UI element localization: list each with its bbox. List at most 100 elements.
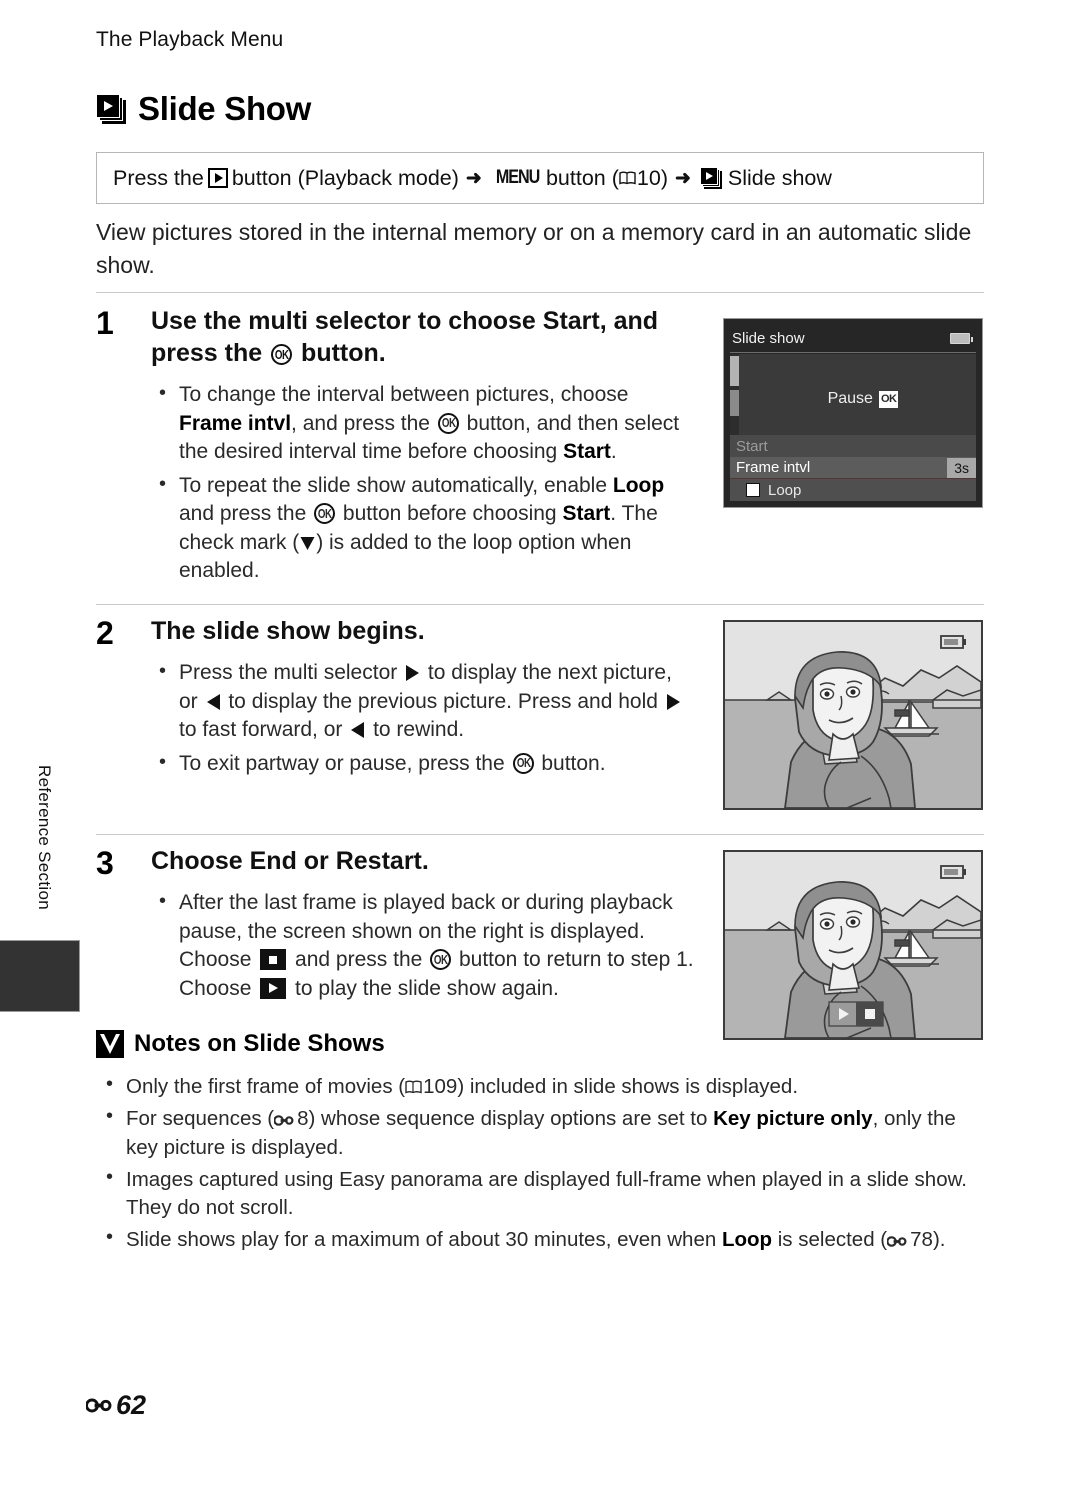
ok-button-icon (512, 752, 534, 774)
lcd-pause-hint: Pause OK (730, 390, 976, 408)
side-tab-label: Reference Section (35, 765, 54, 910)
divider-1 (96, 292, 984, 293)
s3b1-d: to play the slide show again. (289, 976, 559, 1000)
path-segment-3: button ( (545, 165, 619, 190)
s2b1-c: to display the previous picture. Press a… (222, 689, 664, 713)
menu-path-box: Press the button (Playback mode) ➜ MENU … (96, 152, 984, 204)
menu-item-frame-intvl[interactable]: Frame intvl 3s (730, 457, 976, 479)
b2-a: To repeat the slide show automatically, … (179, 473, 613, 497)
lcd-preview-area: Pause OK (730, 354, 976, 435)
lcd-menu-list: Start Frame intvl 3s Loop (730, 435, 976, 501)
n2-key-picture-only: Key picture only (713, 1107, 873, 1131)
step-2-heading: The slide show begins. (151, 617, 425, 645)
menu-item-start[interactable]: Start (730, 435, 976, 457)
step-3-bullets: After the last frame is played back or d… (151, 888, 696, 1003)
camera-screen-slide-show-menu: Slide show Pause OK Start Frame intvl 3s (723, 318, 983, 508)
b1-start: Start (563, 440, 611, 464)
slideshow-stack-icon-inline (699, 167, 722, 189)
ok-button-icon: OK (878, 390, 899, 408)
multi-selector-left-icon (351, 722, 365, 739)
check-mark-icon (299, 532, 316, 550)
path-segment-1: Press the (113, 165, 204, 190)
n1-a: Only the first frame of movies ( (126, 1075, 406, 1098)
path-segment-2: button (Playback mode) (231, 165, 459, 190)
menu-item-loop[interactable]: Loop (730, 479, 976, 501)
step-2-bullets: Press the multi selector to display the … (151, 658, 696, 779)
lcd-title: Slide show (732, 330, 805, 347)
n4-ref: 78 (910, 1228, 933, 1252)
menu-item-frame-intvl-value: 3s (947, 457, 976, 478)
s2b1-d: to fast forward, or (179, 718, 349, 742)
page-number-value: 62 (116, 1390, 147, 1420)
playback-button-icon (207, 168, 228, 188)
step-3-heading: Choose End or Restart. (151, 847, 429, 875)
step-1: 1 Use the multi selector to choose Start… (96, 305, 696, 591)
notes-list: Only the first frame of movies ( 109) inc… (96, 1071, 986, 1259)
n1-ref: 109 (423, 1075, 458, 1098)
battery-full-icon (950, 333, 973, 344)
step-1-heading-start: Start (542, 307, 600, 335)
scrollbar-thumb-upper[interactable] (730, 356, 739, 386)
b2-start: Start (562, 502, 611, 526)
b1-f: . (610, 440, 617, 464)
n2-b: ) whose sequence display options are set… (308, 1107, 714, 1131)
list-item: Slide shows play for a maximum of about … (96, 1224, 986, 1254)
b2-c: and press the (179, 502, 313, 526)
multi-selector-right-icon (666, 693, 680, 710)
s2b2-b: button. (535, 751, 606, 775)
ok-button-icon (430, 949, 452, 971)
caution-icon (96, 1030, 124, 1058)
menu-item-start-label: Start (736, 437, 768, 455)
slide-show-end-screen-with-playback-controls (723, 850, 983, 1040)
step-3: 3 Choose End or Restart. After the last … (96, 845, 696, 1008)
b2-d: button before choosing (337, 502, 563, 526)
menu-button-label: MENU (495, 167, 541, 188)
s2b1-e: to rewind. (367, 718, 465, 742)
multi-selector-right-icon (406, 665, 420, 681)
manual-book-icon (619, 171, 636, 185)
b1-a: To change the interval between pictures,… (179, 383, 629, 406)
divider-2 (96, 604, 984, 605)
step-1-heading-part-d: button. (294, 339, 386, 367)
list-item: To exit partway or pause, press the butt… (151, 749, 696, 779)
reference-section-icon (274, 1114, 297, 1127)
page-title: Slide Show (96, 90, 311, 128)
path-page-ref: 10 (636, 165, 661, 190)
n2-ref: 8 (297, 1107, 309, 1131)
menu-item-frame-intvl-label: Frame intvl (736, 459, 811, 476)
step-2-number: 2 (96, 615, 114, 651)
ok-button-icon (271, 344, 293, 365)
step-3-number: 3 (96, 845, 114, 881)
reference-section-icon (887, 1235, 910, 1248)
n4-loop: Loop (721, 1228, 773, 1252)
ok-button-icon (437, 412, 459, 434)
step-1-heading-part-a: Use the multi selector to choose (151, 307, 543, 335)
lcd-pause-label: Pause (827, 390, 873, 407)
divider-3 (96, 834, 984, 835)
menu-item-loop-label: Loop (768, 481, 802, 499)
notes-heading: Notes on Slide Shows (96, 1030, 385, 1058)
page-title-text: Slide Show (138, 90, 312, 127)
b1-frame-intvl: Frame intvl (179, 411, 292, 435)
reference-section-icon (86, 1397, 116, 1414)
lcd-titlebar: Slide show (730, 325, 976, 353)
loop-checkbox[interactable] (746, 483, 760, 497)
slideshow-stack-icon (96, 94, 126, 124)
running-header: The Playback Menu (96, 28, 284, 51)
list-item: To change the interval between pictures,… (151, 380, 696, 467)
step-1-bullets: To change the interval between pictures,… (151, 380, 696, 586)
n2-a: For sequences ( (126, 1107, 275, 1131)
list-item: For sequences ( 8) whose sequence display… (96, 1103, 986, 1162)
b1-c: , and press the (291, 411, 436, 435)
n4-c: ). (932, 1228, 946, 1252)
slide-show-picture-woman-sailboat (723, 620, 983, 810)
n4-b: is selected ( (772, 1228, 888, 1252)
s3b1-b: and press the (289, 948, 429, 972)
step-1-heading: Use the multi selector to choose Start, … (151, 305, 696, 369)
arrow-right-icon-1: ➜ (465, 167, 482, 189)
list-item: Press the multi selector to display the … (151, 658, 696, 745)
n1-b: ) included in slide shows is displayed. (457, 1075, 799, 1098)
n3-a: Images captured using Easy panorama are … (126, 1167, 967, 1220)
list-item: To repeat the slide show automatically, … (151, 471, 696, 586)
manual-book-icon (405, 1080, 422, 1094)
